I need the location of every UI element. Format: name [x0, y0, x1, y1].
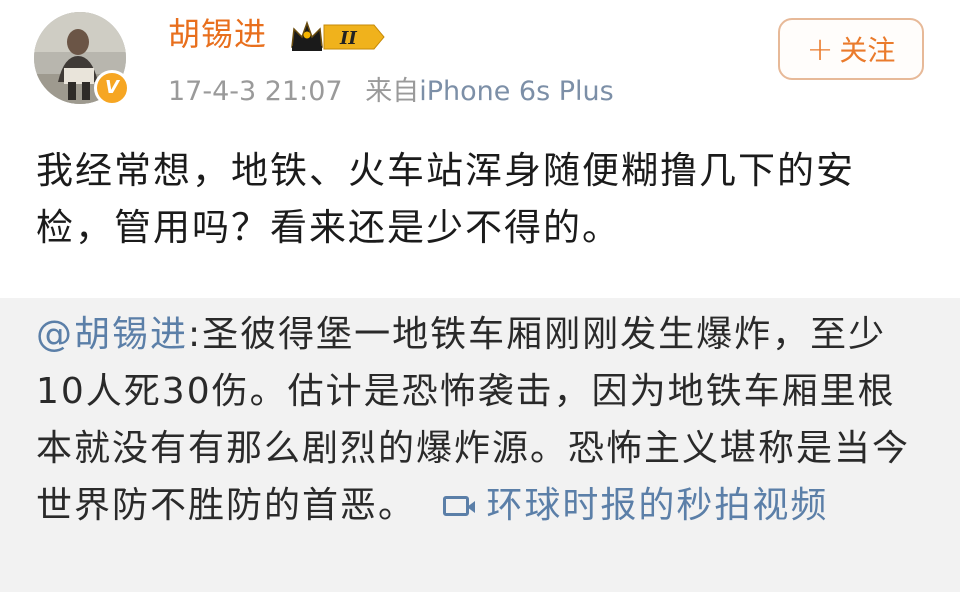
video-icon [442, 496, 475, 516]
video-link-label: 环球时报的秒拍视频 [486, 485, 829, 526]
author-name[interactable]: 胡锡进 [168, 18, 267, 50]
verified-icon: V [94, 70, 130, 106]
plus-icon: + [806, 30, 834, 68]
weibo-post: 19 V 胡锡进 II 17-4-3 21:07 来自iPhone 6s Plu… [0, 0, 960, 592]
mention-link[interactable]: @胡锡进 [36, 314, 188, 355]
author-avatar-wrap[interactable]: 19 V [34, 12, 130, 106]
crown-icon: II [291, 20, 385, 51]
rank-label: II [339, 28, 357, 49]
post-text: 我经常想，地铁、火车站浑身随便糊撸几下的安检，管用吗？看来还是少不得的。 [36, 149, 855, 249]
post-meta: 17-4-3 21:07 来自iPhone 6s Plus [168, 78, 614, 105]
follow-label: 关注 [839, 34, 896, 67]
repost-text-container: @胡锡进:圣彼得堡一地铁车厢刚刚发生爆炸，至少10人死30伤。估计是恐怖袭击，因… [36, 306, 926, 534]
follow-button[interactable]: + 关注 [778, 18, 924, 80]
timestamp: 17-4-3 21:07 [168, 76, 343, 107]
repost-block[interactable]: @胡锡进:圣彼得堡一地铁车厢刚刚发生爆炸，至少10人死30伤。估计是恐怖袭击，因… [0, 298, 960, 592]
source-prefix: 来自 [365, 76, 420, 107]
video-link[interactable]: 环球时报的秒拍视频 [442, 485, 829, 526]
source-device[interactable]: iPhone 6s Plus [419, 76, 614, 107]
rank-badge[interactable]: II [290, 20, 386, 52]
